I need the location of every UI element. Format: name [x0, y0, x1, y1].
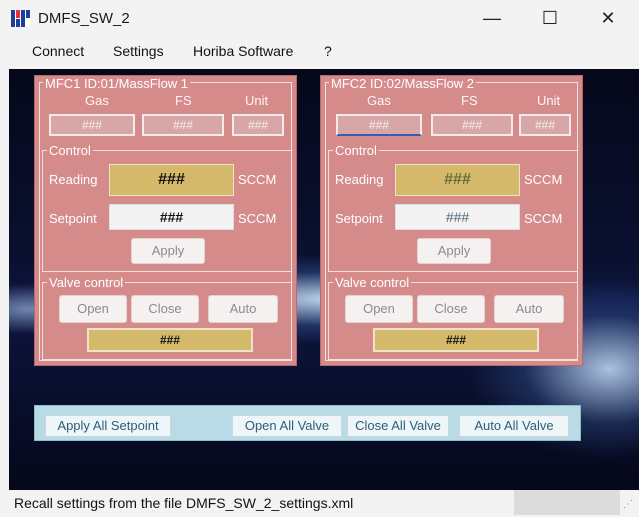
status-panel [514, 490, 620, 515]
apply-button[interactable]: Apply [417, 238, 491, 264]
reading-unit: SCCM [524, 172, 563, 187]
valve-control-legend: Valve control [47, 275, 126, 290]
valve-auto-button[interactable]: Auto [494, 295, 564, 323]
unit-header: Unit [245, 93, 269, 108]
mfc2-title: MFC2 ID:02/MassFlow 2 [329, 76, 477, 91]
setpoint-label: Setpoint [335, 211, 383, 226]
mfc1-panel: MFC1 ID:01/MassFlow 1 Gas FS Unit ### ##… [34, 75, 297, 366]
status-message: Recall settings from the file DMFS_SW_2_… [14, 495, 354, 511]
fs-header: FS [175, 93, 192, 108]
menu-connect[interactable]: Connect [32, 43, 84, 59]
unit-field[interactable]: ### [519, 114, 571, 136]
mfc1-title: MFC1 ID:01/MassFlow 1 [43, 76, 191, 91]
menu-bar: Connect Settings Horiba Software ? [0, 37, 639, 65]
setpoint-input[interactable]: ### [109, 204, 234, 230]
control-legend: Control [47, 143, 93, 158]
gas-header: Gas [367, 93, 391, 108]
close-all-valve-button[interactable]: Close All Valve [347, 415, 449, 437]
fs-field[interactable]: ### [431, 114, 513, 136]
menu-help[interactable]: ? [324, 43, 332, 59]
menu-settings[interactable]: Settings [113, 43, 164, 59]
open-all-valve-button[interactable]: Open All Valve [232, 415, 342, 437]
menu-horiba-software[interactable]: Horiba Software [193, 43, 293, 59]
reading-label: Reading [49, 172, 98, 187]
unit-field[interactable]: ### [232, 114, 284, 136]
status-bar: Recall settings from the file DMFS_SW_2_… [9, 490, 639, 517]
reading-label: Reading [335, 172, 384, 187]
gas-field[interactable]: ### [336, 114, 422, 136]
fs-header: FS [461, 93, 478, 108]
gas-field[interactable]: ### [49, 114, 135, 136]
global-actions-bar: Apply All Setpoint Open All Valve Close … [34, 405, 581, 441]
valve-auto-button[interactable]: Auto [208, 295, 278, 323]
setpoint-input[interactable]: ### [395, 204, 520, 230]
reading-unit: SCCM [238, 172, 277, 187]
valve-control-legend: Valve control [333, 275, 412, 290]
minimize-button[interactable]: — [469, 0, 515, 37]
maximize-button[interactable]: ☐ [527, 0, 573, 37]
app-window: DMFS_SW_2 — ☐ ✕ Connect Settings Horiba … [0, 0, 639, 517]
auto-all-valve-button[interactable]: Auto All Valve [459, 415, 569, 437]
valve-value: ### [87, 328, 253, 352]
unit-header: Unit [537, 93, 561, 108]
setpoint-unit: SCCM [524, 211, 563, 226]
apply-all-setpoint-button[interactable]: Apply All Setpoint [45, 415, 171, 437]
fs-field[interactable]: ### [142, 114, 224, 136]
reading-value: ### [109, 164, 234, 196]
valve-close-button[interactable]: Close [131, 295, 199, 323]
control-legend: Control [333, 143, 379, 158]
resize-grip-icon[interactable]: ⋰ [623, 499, 633, 510]
app-logo-icon [11, 10, 30, 27]
window-title: DMFS_SW_2 [38, 10, 130, 27]
valve-close-button[interactable]: Close [417, 295, 485, 323]
valve-open-button[interactable]: Open [345, 295, 413, 323]
valve-value: ### [373, 328, 539, 352]
gas-header: Gas [85, 93, 109, 108]
apply-button[interactable]: Apply [131, 238, 205, 264]
setpoint-label: Setpoint [49, 211, 97, 226]
title-bar: DMFS_SW_2 — ☐ ✕ [0, 0, 639, 37]
mfc2-panel: MFC2 ID:02/MassFlow 2 Gas FS Unit ### ##… [320, 75, 583, 366]
setpoint-unit: SCCM [238, 211, 277, 226]
close-window-button[interactable]: ✕ [585, 0, 631, 37]
valve-open-button[interactable]: Open [59, 295, 127, 323]
reading-value: ### [395, 164, 520, 196]
